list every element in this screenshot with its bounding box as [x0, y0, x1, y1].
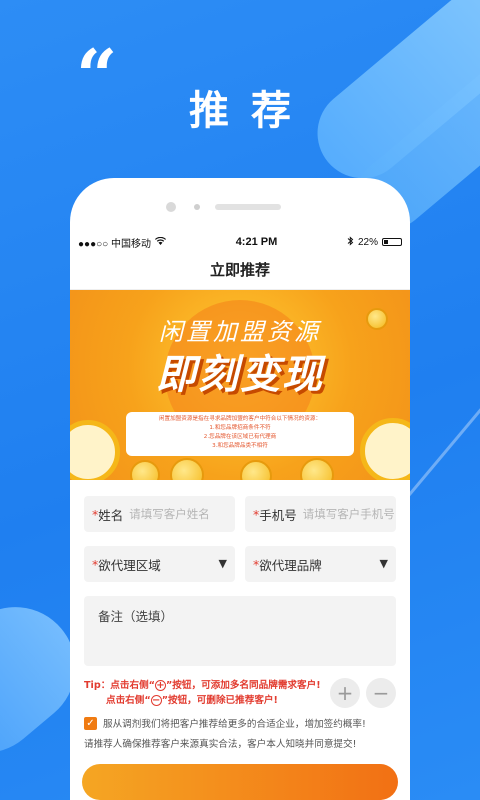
wifi-icon	[154, 236, 166, 248]
agreement-text: 服从调剂我们将把客户推荐给更多的合适企业，增加签约概率!	[103, 719, 366, 730]
banner-info-card: 闲置加盟资源是指在寻求品牌加盟的客户中符合以下情况的资源： 1.和您品牌招商条件…	[126, 412, 354, 456]
region-select[interactable]: * 欲代理区域 ▼	[84, 546, 235, 582]
page-title: 立即推荐	[70, 250, 410, 290]
coin-icon	[240, 460, 272, 480]
brand-select[interactable]: * 欲代理品牌 ▼	[245, 546, 396, 582]
tips-text: Tip：点击右侧“+”按钮，可添加多名同品牌需求客户! 点击右侧“−”按钮，可删…	[84, 678, 321, 708]
carrier-label: ●●●○○ 中国移动	[78, 238, 151, 250]
coin-icon	[170, 458, 204, 480]
coin-icon	[130, 460, 160, 480]
notes-placeholder: 备注（选填）	[98, 609, 174, 624]
disclaimer-text: 请推荐人确保推荐客户来源真实合法，客户本人知晓并同意提交!	[84, 739, 357, 750]
bluetooth-icon	[347, 235, 354, 249]
brand-label: 欲代理品牌	[259, 557, 322, 573]
plus-circle-icon: +	[154, 680, 166, 691]
tip-line1-start: Tip：点击右侧“	[84, 680, 155, 691]
earpiece-speaker	[215, 204, 281, 210]
banner-item: 3.和您品牌品类不相符	[212, 443, 268, 449]
agreement-row[interactable]: ✓ 服从调剂我们将把客户推荐给更多的合适企业，增加签约概率!	[84, 716, 396, 730]
name-placeholder: 请填写客户姓名	[129, 507, 210, 521]
clock-icon	[360, 418, 410, 480]
region-label: 欲代理区域	[98, 557, 161, 573]
name-field[interactable]: * 姓名 请填写客户姓名	[84, 496, 235, 532]
promo-banner: 闲置加盟资源 即刻变现 闲置加盟资源是指在寻求品牌加盟的客户中符合以下情况的资源…	[70, 290, 410, 480]
status-time: 4:21 PM	[235, 236, 278, 248]
battery-percent: 22%	[357, 236, 378, 248]
tip-line2-start: 点击右侧“	[106, 695, 151, 706]
sensor-dot	[194, 204, 200, 210]
phone-field[interactable]: * 手机号 请填写客户手机号	[245, 496, 396, 532]
phone-mockup: ●●●○○ 中国移动 4:21 PM 22% 立即推荐 闲置加盟资源 即刻变现 …	[70, 178, 410, 800]
coin-icon	[300, 458, 334, 480]
phone-top-bezel	[70, 178, 410, 234]
caret-down-icon: ▼	[379, 557, 388, 570]
submit-button[interactable]	[82, 764, 398, 800]
battery-icon	[381, 238, 402, 246]
banner-line2: 即刻变现	[156, 352, 324, 398]
remove-customer-button[interactable]: −	[366, 678, 396, 708]
phone-placeholder: 请填写客户手机号	[302, 507, 395, 521]
banner-item: 1.和您品牌招商条件不符	[209, 425, 271, 431]
minus-circle-icon: −	[150, 695, 162, 706]
clock-icon	[70, 420, 120, 480]
banner-item: 2.您品牌在该区域已有代理商	[203, 434, 277, 440]
referral-form: * 姓名 请填写客户姓名 * 手机号 请填写客户手机号 * 欲代理区域 ▼ * …	[70, 480, 410, 800]
add-customer-button[interactable]: +	[330, 678, 360, 708]
camera-dot	[166, 202, 176, 212]
tip-line1-end: ”按钮，可添加多名同品牌需求客户!	[165, 680, 321, 691]
agreement-checkbox[interactable]: ✓	[84, 716, 97, 730]
name-label: 姓名	[98, 507, 124, 523]
status-bar: ●●●○○ 中国移动 4:21 PM 22%	[70, 234, 410, 250]
promo-headline: 推荐	[189, 88, 313, 134]
notes-textarea[interactable]: 备注（选填）	[84, 596, 396, 666]
tip-line2-end: ”按钮，可删除已推荐客户!	[161, 695, 278, 706]
banner-desc: 闲置加盟资源是指在寻求品牌加盟的客户中符合以下情况的资源：	[158, 416, 322, 422]
caret-down-icon: ▼	[218, 557, 227, 570]
phone-label: 手机号	[259, 507, 297, 523]
